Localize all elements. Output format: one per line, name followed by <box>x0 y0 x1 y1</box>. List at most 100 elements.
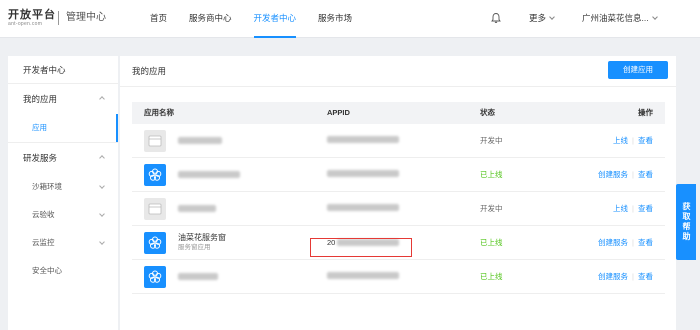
actions-cell: 创建服务 | 查看 <box>568 169 665 180</box>
nav-home[interactable]: 首页 <box>150 0 167 38</box>
app-name-cell: 油菜花服务窗 服务窗应用 <box>132 231 315 254</box>
action-separator: | <box>632 204 634 213</box>
action-separator: | <box>632 136 634 145</box>
app-name-cell <box>132 163 315 186</box>
view-link[interactable]: 查看 <box>638 136 653 145</box>
publish-link[interactable]: 上线 <box>613 136 628 145</box>
help-tab[interactable]: 获取帮助 <box>676 184 696 260</box>
more-label: 更多 <box>529 13 547 23</box>
blurred-appid <box>327 136 399 143</box>
appid-cell <box>315 136 468 145</box>
top-navigation-bar: 开放平台 ant-open.com 管理中心 首页 服务商中心 开发者中心 服务… <box>0 0 700 38</box>
chevron-up-icon <box>99 155 105 161</box>
status-badge: 已上线 <box>480 170 503 179</box>
nav-service-provider[interactable]: 服务商中心 <box>189 0 232 38</box>
view-link[interactable]: 查看 <box>638 170 653 179</box>
create-app-button[interactable]: 创建应用 <box>608 61 668 79</box>
actions-cell: 创建服务 | 查看 <box>568 237 665 248</box>
create-service-link[interactable]: 创建服务 <box>598 272 628 281</box>
table-row: 已上线 创建服务 | 查看 <box>132 260 665 294</box>
app-name-cell <box>132 129 315 152</box>
appid-cell <box>315 272 468 281</box>
status-badge: 已上线 <box>480 272 503 281</box>
chevron-down-icon <box>549 14 555 20</box>
sidebar-item-security-center[interactable]: 安全中心 <box>8 257 118 285</box>
chevron-down-icon <box>651 14 658 20</box>
flower-icon <box>144 265 166 288</box>
blurred-app-name <box>178 171 240 178</box>
blurred-app-name <box>178 273 218 280</box>
column-header-status: 状态 <box>480 108 495 117</box>
sidebar-item-label: 沙箱环境 <box>32 182 62 191</box>
sidebar-item-label: 云监控 <box>32 238 55 247</box>
status-badge: 开发中 <box>480 136 503 145</box>
chevron-up-icon <box>99 96 105 102</box>
sidebar-group-label: 研发服务 <box>23 153 58 163</box>
flower-icon <box>144 163 166 186</box>
blurred-appid <box>327 170 399 177</box>
view-link[interactable]: 查看 <box>638 204 653 213</box>
actions-cell: 创建服务 | 查看 <box>568 271 665 282</box>
appid-cell <box>315 204 468 213</box>
app-placeholder-icon <box>144 129 166 152</box>
table-header: 应用名称 APPID 状态 操作 <box>132 102 665 124</box>
sidebar-item-label: 云验收 <box>32 210 55 219</box>
app-placeholder-icon <box>144 197 166 220</box>
view-link[interactable]: 查看 <box>638 238 653 247</box>
nav-service-market[interactable]: 服务市场 <box>318 0 352 38</box>
actions-cell: 上线 | 查看 <box>568 203 665 214</box>
console-title: 管理中心 <box>66 12 106 23</box>
nav-developer-center[interactable]: 开发者中心 <box>253 0 297 38</box>
title-divider <box>120 86 676 87</box>
company-name: 广州油菜花信息... <box>582 13 649 23</box>
column-header-actions: 操作 <box>638 108 653 117</box>
column-header-name: 应用名称 <box>144 108 174 117</box>
column-header-appid: APPID <box>327 108 350 117</box>
status-badge: 已上线 <box>480 238 503 247</box>
action-separator: | <box>632 170 634 179</box>
sidebar-item-sandbox[interactable]: 沙箱环境 <box>8 173 118 201</box>
blurred-appid <box>327 272 399 279</box>
create-service-link[interactable]: 创建服务 <box>598 238 628 247</box>
app-name: 油菜花服务窗 <box>178 233 226 242</box>
page-title: 我的应用 <box>132 66 167 76</box>
actions-cell: 上线 | 查看 <box>568 135 665 146</box>
action-separator: | <box>632 238 634 247</box>
action-separator: | <box>632 272 634 281</box>
logo-divider <box>58 11 59 25</box>
blurred-app-name <box>178 205 216 212</box>
app-name-cell <box>132 197 315 220</box>
app-name-block: 油菜花服务窗 服务窗应用 <box>178 233 226 252</box>
sidebar-group-dev-services[interactable]: 研发服务 <box>8 143 118 173</box>
sidebar-item-apps[interactable]: 应用 <box>8 114 118 142</box>
app-name-cell <box>132 265 315 288</box>
apps-table: 应用名称 APPID 状态 操作 开发中 上线 | 查看 已上线 创建服务 | … <box>132 102 665 294</box>
chevron-down-icon <box>99 239 105 245</box>
chevron-down-icon <box>99 211 105 217</box>
sidebar-item-cloud-monitor[interactable]: 云监控 <box>8 229 118 257</box>
publish-link[interactable]: 上线 <box>613 204 628 213</box>
bell-icon[interactable] <box>490 12 502 24</box>
table-row: 已上线 创建服务 | 查看 <box>132 158 665 192</box>
logo[interactable]: 开放平台 ant-open.com <box>8 9 56 28</box>
sidebar-group-label: 我的应用 <box>23 94 58 104</box>
sidebar-item-cloud-acceptance[interactable]: 云验收 <box>8 201 118 229</box>
status-badge: 开发中 <box>480 204 503 213</box>
chevron-down-icon <box>99 183 105 189</box>
table-row: 开发中 上线 | 查看 <box>132 192 665 226</box>
main-panel: 我的应用 创建应用 应用名称 APPID 状态 操作 开发中 上线 | 查看 已… <box>120 56 676 330</box>
app-type: 服务窗应用 <box>178 244 211 251</box>
table-row: 开发中 上线 | 查看 <box>132 124 665 158</box>
view-link[interactable]: 查看 <box>638 272 653 281</box>
main-nav: 首页 服务商中心 开发者中心 服务市场 <box>150 0 374 38</box>
logo-subtext: ant-open.com <box>8 21 43 27</box>
blurred-appid <box>327 204 399 211</box>
sidebar-header: 开发者中心 <box>8 56 118 84</box>
account-menu[interactable]: 广州油菜花信息... <box>582 0 658 36</box>
appid-highlight-box <box>310 238 412 257</box>
appid-cell <box>315 170 468 179</box>
create-service-link[interactable]: 创建服务 <box>598 170 628 179</box>
flower-icon <box>144 231 166 254</box>
more-menu[interactable]: 更多 <box>529 0 555 36</box>
sidebar-group-my-apps[interactable]: 我的应用 <box>8 84 118 114</box>
